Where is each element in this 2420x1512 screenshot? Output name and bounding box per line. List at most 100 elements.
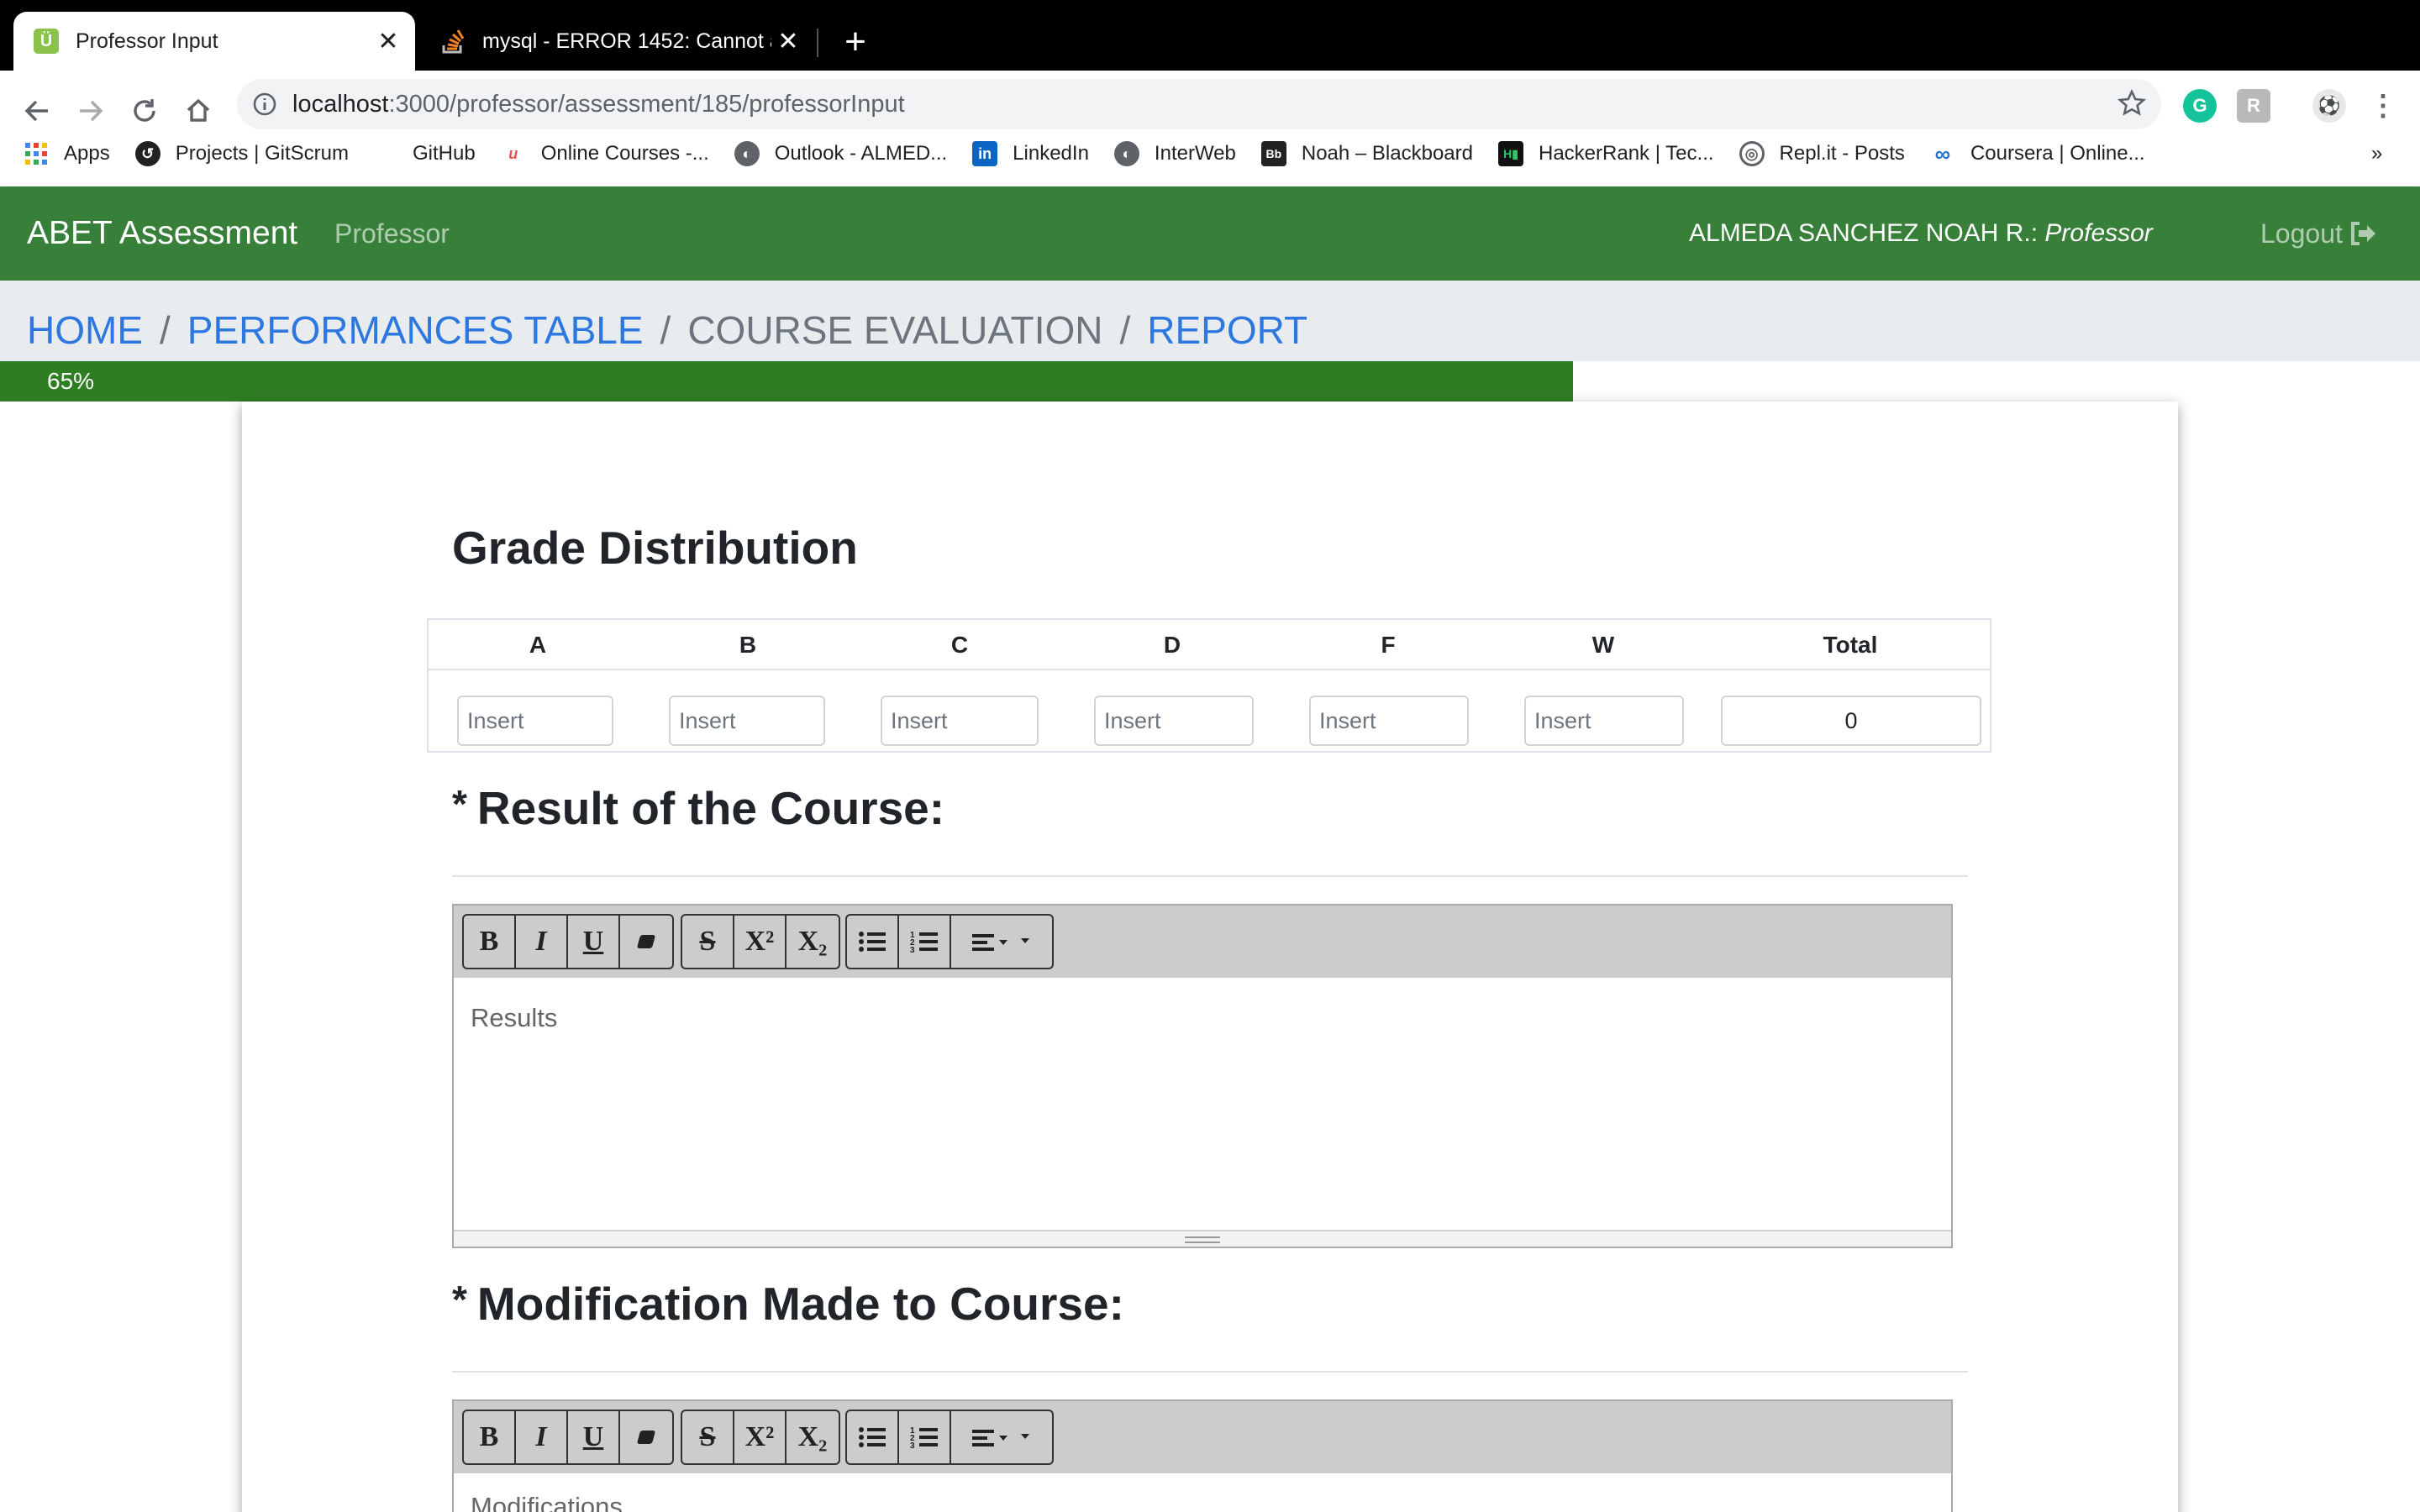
editor-toolbar: B I U S X² X₂ 123 [454,1401,1951,1473]
bookmark-udemy[interactable]: u Online Courses -... [501,141,709,166]
section-divider [452,1371,1968,1373]
stackoverflow-icon [440,29,466,54]
numbered-list-icon: 123 [910,931,938,953]
profile-avatar[interactable]: ⚽ [2312,89,2346,123]
bold-button[interactable]: B [464,916,516,968]
bullet-list-icon [859,932,886,952]
home-button[interactable] [173,86,224,136]
bookmark-label: Coursera | Online... [1970,142,2145,165]
info-icon[interactable] [252,92,277,117]
ordered-list-button[interactable]: 123 [899,1411,951,1463]
grade-d-input[interactable] [1094,696,1254,746]
bookmark-coursera[interactable]: ∞ Coursera | Online... [1930,141,2145,166]
subscript-button[interactable]: X₂ [786,916,839,968]
tab-professor-input[interactable]: Ü Professor Input ✕ [13,12,415,71]
unordered-list-button[interactable] [847,916,899,968]
reload-button[interactable] [119,86,170,136]
result-textarea[interactable]: Results [454,978,1951,1058]
bookmark-label: GitHub [412,142,476,165]
grade-f-input[interactable] [1309,696,1469,746]
brand-link[interactable]: ABET Assessment [27,215,297,252]
superscript-button[interactable]: X² [734,1411,786,1463]
blackboard-icon: Bb [1260,141,1286,166]
underline-button[interactable]: U [568,1411,620,1463]
ordered-list-button[interactable]: 123 [899,916,951,968]
underline-button[interactable]: U [568,916,620,968]
modification-editor: B I U S X² X₂ 123 Modifications [452,1399,1953,1512]
back-button[interactable] [12,86,62,136]
italic-button[interactable]: I [516,1411,568,1463]
resize-handle[interactable] [454,1230,1951,1247]
browser-toolbar: localhost:3000/professor/assessment/185/… [0,71,2420,200]
align-dropdown[interactable] [951,1411,1052,1463]
strikethrough-button[interactable]: S [682,916,734,968]
align-left-icon [972,934,1029,951]
forward-arrow-icon [80,100,103,122]
unordered-list-button[interactable] [847,1411,899,1463]
bookmark-label: Noah – Blackboard [1301,142,1473,165]
result-editor: B I U S X² X₂ 123 Results [452,904,1953,1248]
close-icon[interactable]: ✕ [371,27,405,56]
close-icon[interactable]: ✕ [771,27,805,56]
grade-w-input[interactable] [1524,696,1684,746]
grade-a-input[interactable] [457,696,613,746]
logout-button[interactable]: Logout [2260,218,2376,249]
home-icon [187,98,210,122]
italic-button[interactable]: I [516,916,568,968]
apps-grid-icon [24,141,49,166]
tab-mysql-error[interactable]: mysql - ERROR 1452: Cannot a ✕ [420,12,815,71]
bookmark-blackboard[interactable]: Bb Noah – Blackboard [1260,141,1473,166]
subscript-button[interactable]: X₂ [786,1411,839,1463]
menu-dots-icon[interactable]: ⋮ [2366,89,2400,123]
bookmark-replit[interactable]: ◎ Repl.it - Posts [1739,141,1905,166]
grip-icon [1185,1236,1220,1243]
bookmark-hackerrank[interactable]: H▮ HackerRank | Tec... [1498,141,1714,166]
bookmark-label: HackerRank | Tec... [1539,142,1714,165]
strikethrough-button[interactable]: S [682,1411,734,1463]
bookmark-label: LinkedIn [1013,142,1089,165]
udemy-icon: u [508,144,518,162]
uvicorn-icon: Ü [34,29,59,54]
bookmark-gitscrum[interactable]: ↺ Projects | GitScrum [134,141,349,166]
address-bar[interactable]: localhost:3000/professor/assessment/185/… [237,79,2161,129]
bookmark-star-icon[interactable] [2118,89,2146,118]
eraser-button[interactable] [620,916,672,968]
required-asterisk: * [452,1278,467,1321]
bookmark-outlook[interactable]: ◐ Outlook - ALMED... [734,141,947,166]
grade-c-input[interactable] [881,696,1039,746]
breadcrumb-report[interactable]: REPORT [1147,307,1307,353]
eraser-icon [636,1431,656,1444]
column-header-a: A [529,632,547,658]
superscript-button[interactable]: X² [734,916,786,968]
breadcrumb-performances-table[interactable]: PERFORMANCES TABLE [187,307,644,353]
extension-icon[interactable]: R [2237,89,2270,123]
grammarly-icon[interactable]: G [2183,89,2217,123]
bookmark-apps[interactable]: Apps [24,141,110,166]
breadcrumb: HOME / PERFORMANCES TABLE / COURSE EVALU… [0,281,2420,361]
bookmark-linkedin[interactable]: in LinkedIn [972,141,1089,166]
grade-total-field[interactable] [1721,696,1981,746]
more-bookmarks-button[interactable]: » [2371,142,2382,165]
paragraph-group: 123 [845,1410,1054,1465]
editor-toolbar: B I U S X² X₂ 123 [454,906,1951,978]
modification-textarea[interactable]: Modifications [454,1473,1951,1512]
url-host: localhost [292,90,389,118]
column-header-c: C [950,632,969,658]
required-asterisk: * [452,782,467,826]
logout-label: Logout [2260,218,2343,249]
bookmark-interweb[interactable]: ◐ InterWeb [1113,141,1236,166]
eraser-button[interactable] [620,1411,672,1463]
grade-b-input[interactable] [669,696,825,746]
bookmark-github[interactable]: GitHub [413,142,476,165]
grade-distribution-table: A B C D F W Total [427,618,1991,753]
user-info: ALMEDA SANCHEZ NOAH R.: Professor [1689,219,2153,248]
nav-link-professor[interactable]: Professor [334,218,450,249]
breadcrumb-home[interactable]: HOME [27,307,143,353]
forward-button[interactable] [66,86,116,136]
font-style-group: B I U [462,1410,674,1465]
new-tab-button[interactable]: + [837,18,874,66]
bold-button[interactable]: B [464,1411,516,1463]
breadcrumb-separator: / [660,308,671,352]
progress-bar: 65% [0,361,2420,402]
align-dropdown[interactable] [951,916,1052,968]
